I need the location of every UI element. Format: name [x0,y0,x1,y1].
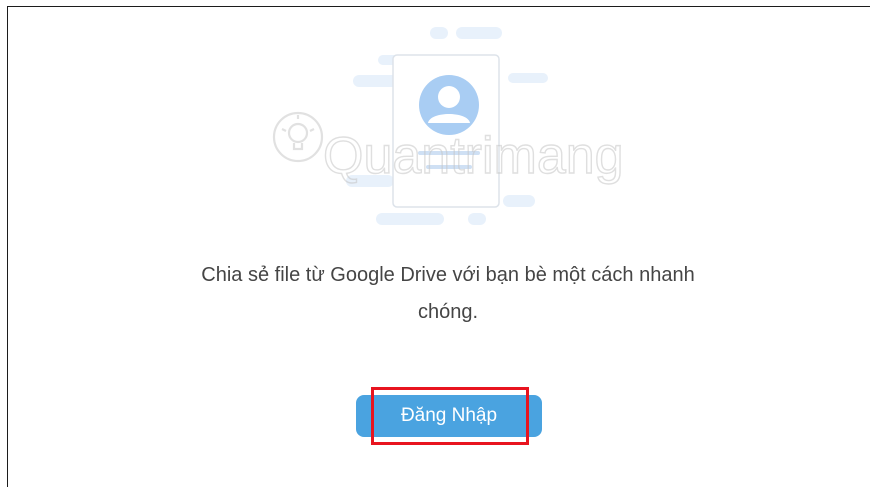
dialog-frame: Quantrimang Chia sẻ file từ Google Drive… [7,6,870,487]
illustration: Quantrimang [272,27,624,225]
share-description-line-1: Chia sẻ file từ Google Drive với bạn bè … [201,264,695,286]
watermark-text: Quantrimang [323,127,624,185]
share-description: Chia sẻ file từ Google Drive với bạn bè … [128,257,768,331]
lightbulb-icon [272,111,324,163]
share-description-line-2: chóng. [417,301,479,323]
login-button[interactable]: Đăng Nhập [356,395,542,437]
